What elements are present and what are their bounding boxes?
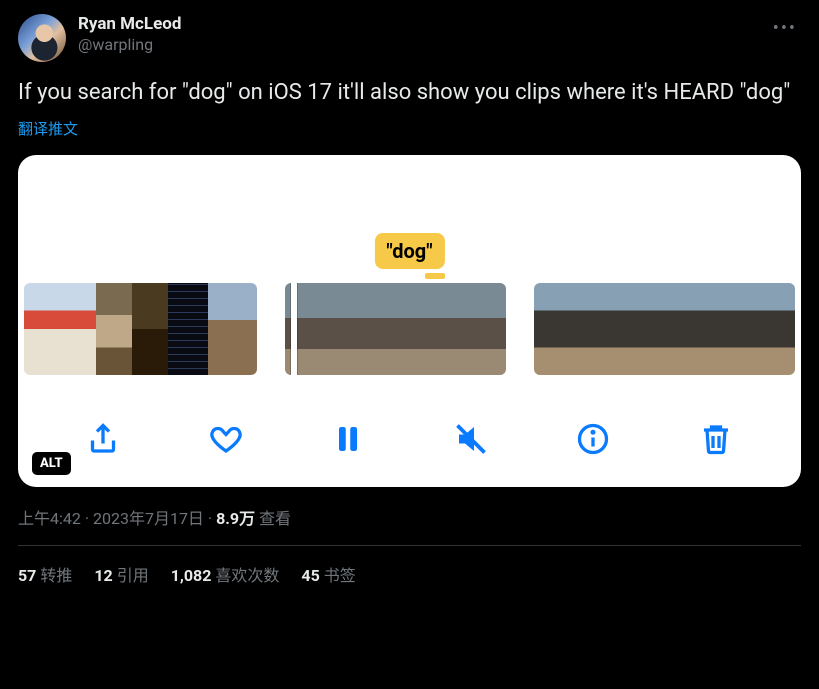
caption-tooltip: "dog" [374,233,444,269]
pause-icon[interactable] [330,421,366,457]
clip-frame [132,283,168,375]
clip-group[interactable] [534,283,795,375]
clip-frame [341,283,397,375]
more-icon[interactable]: ••• [769,14,801,43]
stat-bookmarks[interactable]: 45书签 [301,562,355,586]
clip-frame [710,283,754,375]
media-card[interactable]: "dog" [18,155,801,487]
meta-date[interactable]: 2023年7月17日 [93,509,204,528]
stat-quotes[interactable]: 12引用 [94,562,148,586]
playhead[interactable] [291,283,297,375]
tweet-text: If you search for "dog" on iOS 17 it'll … [18,78,801,108]
info-icon[interactable] [575,421,611,457]
clip-frame [397,283,453,375]
share-icon[interactable] [85,421,121,457]
clip-group-active[interactable] [285,283,506,375]
caption-marker [425,273,445,279]
meta-time[interactable]: 上午4:42 [18,509,81,528]
display-name: Ryan McLeod [78,14,181,35]
clip-frame [666,283,710,375]
media-controls [18,421,801,457]
clip-frame [24,283,60,375]
video-timeline[interactable] [18,283,801,375]
clip-frame [622,283,666,375]
mute-icon[interactable] [453,421,489,457]
tweet-header: Ryan McLeod @warpling ••• [18,14,801,62]
clip-frame [60,283,96,375]
alt-badge[interactable]: ALT [32,452,71,475]
handle: @warpling [78,35,181,55]
tweet-stats: 57转推 12引用 1,082喜欢次数 45书签 [18,546,801,586]
trash-icon[interactable] [698,421,734,457]
clip-frame [754,283,795,375]
heart-icon[interactable] [208,421,244,457]
clip-frame [208,283,257,375]
tweet: Ryan McLeod @warpling ••• If you search … [0,0,819,586]
clip-frame [96,283,132,375]
avatar[interactable] [18,14,66,62]
stat-likes[interactable]: 1,082喜欢次数 [171,562,280,586]
stat-retweets[interactable]: 57转推 [18,562,72,586]
clip-frame [534,283,578,375]
meta-views-count: 8.9万 [216,509,255,528]
tweet-meta: 上午4:42 · 2023年7月17日 · 8.9万 查看 [18,505,801,529]
clip-frame [578,283,622,375]
clip-frame [453,283,506,375]
clip-frame [168,283,208,375]
author-names[interactable]: Ryan McLeod @warpling [78,14,181,55]
meta-views-label: 查看 [259,509,291,528]
clip-group[interactable] [24,283,257,375]
translate-link[interactable]: 翻译推文 [18,118,801,139]
